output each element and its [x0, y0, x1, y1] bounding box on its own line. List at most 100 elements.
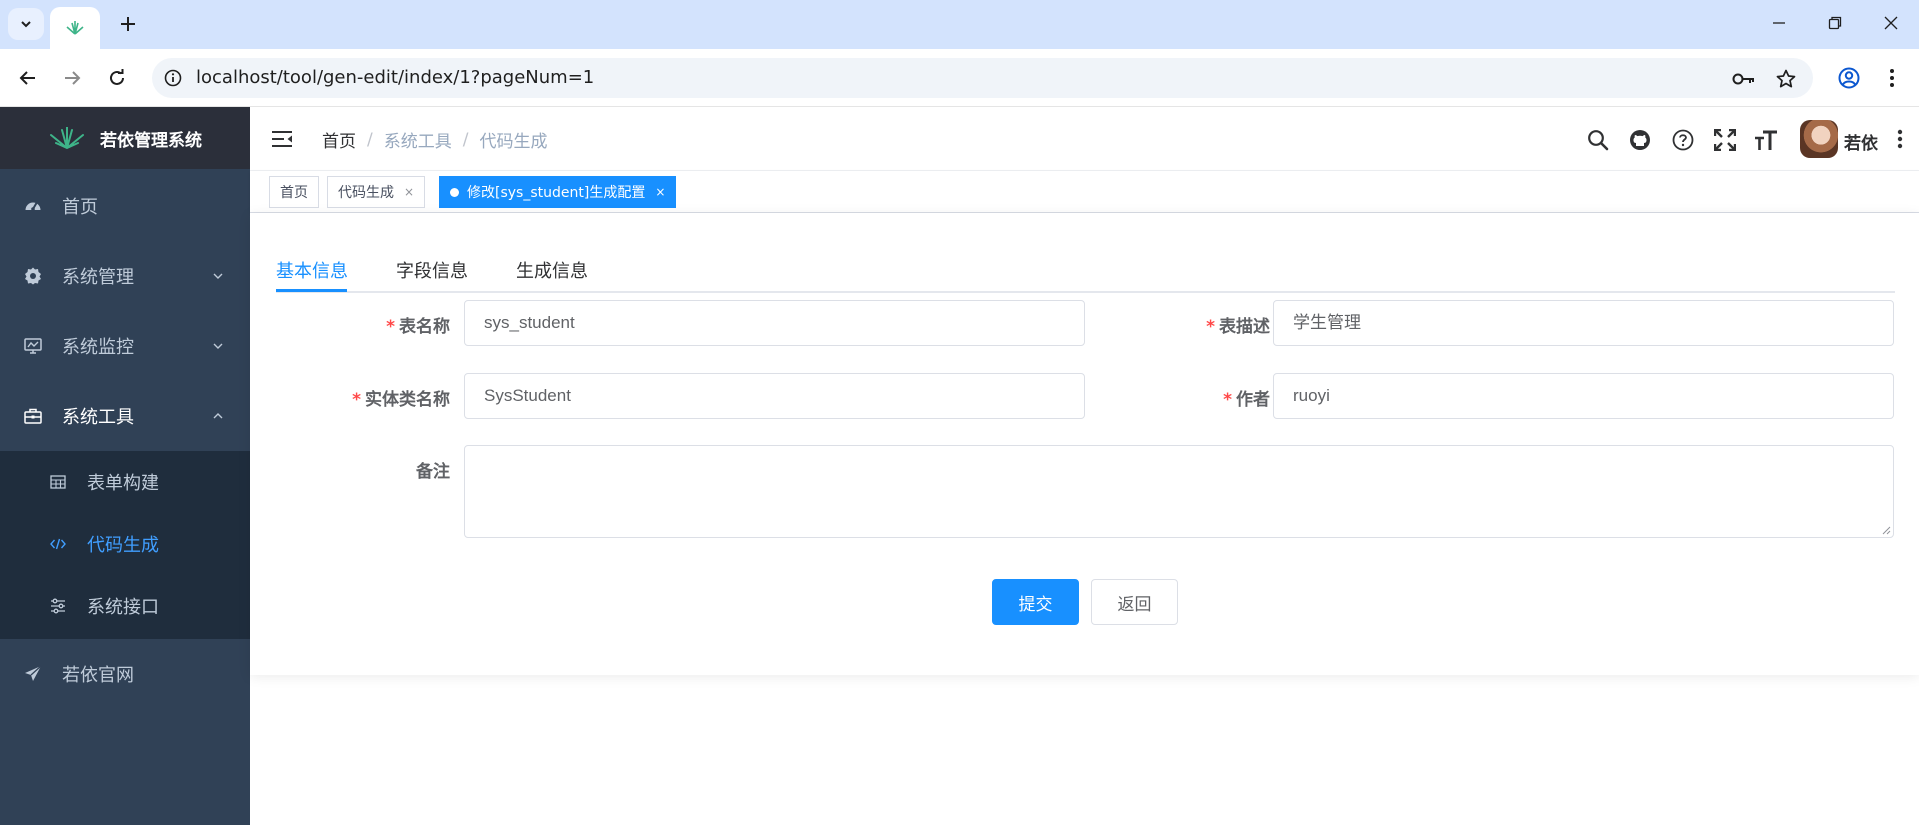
top-navbar: 首页 / 系统工具 / 代码生成 若依 [250, 107, 1919, 171]
sidebar-item-label: 若依官网 [62, 665, 134, 686]
class-name-input[interactable]: SysStudent [464, 373, 1085, 419]
sidebar-subitem-code-gen[interactable]: 代码生成 [0, 513, 250, 575]
sidebar-item-home[interactable]: 首页 [0, 171, 250, 241]
remark-label: 备注 [416, 462, 450, 482]
send-icon [24, 665, 42, 683]
gen-config-card: 基本信息 字段信息 生成信息 * 表名称 sys_student * 表描述 学生管… [250, 213, 1919, 675]
config-tabs: 基本信息 字段信息 生成信息 [276, 243, 1895, 293]
close-icon[interactable]: × [655, 185, 665, 199]
menu-fold-icon [272, 131, 292, 147]
search-icon[interactable] [1585, 127, 1611, 153]
sidebar-item-label: 首页 [62, 197, 98, 218]
sidebar-item-system-monitor[interactable]: 系统监控 [0, 311, 250, 381]
sidebar: 若依管理系统 首页 系统管理 系统监控 系统工具 表单构建 代码生成 系统接口 … [0, 107, 250, 825]
dashboard-icon [24, 197, 42, 215]
required-mark: * [1206, 317, 1215, 337]
password-key-icon[interactable] [1732, 67, 1756, 91]
browser-tab-active[interactable] [50, 7, 100, 49]
breadcrumb: 首页 / 系统工具 / 代码生成 [322, 127, 547, 153]
minimize-button[interactable] [1751, 0, 1807, 46]
ruoyi-favicon-icon [66, 21, 84, 35]
table-desc-label: * 表描述 [1206, 317, 1270, 337]
tags-view: 首页 代码生成 × 修改[sys_student]生成配置 × [250, 171, 1919, 213]
breadcrumb-separator: / [462, 129, 469, 150]
sidebar-subitem-system-api[interactable]: 系统接口 [0, 575, 250, 637]
tab-basic-info[interactable]: 基本信息 [276, 257, 348, 283]
submit-button[interactable]: 提交 [992, 579, 1079, 625]
sidebar-subitem-label: 代码生成 [87, 535, 159, 556]
sidebar-item-system-tools[interactable]: 系统工具 [0, 381, 250, 451]
new-tab-button[interactable] [112, 8, 144, 40]
font-size-icon[interactable] [1753, 127, 1779, 153]
restore-button[interactable] [1807, 0, 1863, 46]
required-mark: * [352, 390, 361, 410]
remark-textarea[interactable] [464, 445, 1894, 538]
table-desc-input[interactable]: 学生管理 [1273, 300, 1894, 346]
forward-button[interactable] [56, 62, 88, 94]
sidebar-subitem-label: 表单构建 [87, 473, 159, 494]
back-button[interactable] [12, 62, 44, 94]
tab-field-info[interactable]: 字段信息 [396, 257, 468, 283]
avatar[interactable] [1800, 120, 1838, 158]
sidebar-logo[interactable]: 若依管理系统 [0, 107, 250, 169]
help-icon[interactable] [1670, 127, 1696, 153]
restore-icon [1828, 16, 1842, 30]
chevron-down-icon [212, 270, 224, 282]
table-name-input[interactable]: sys_student [464, 300, 1085, 346]
reload-icon [110, 69, 124, 85]
back-button[interactable]: 返回 [1091, 579, 1178, 625]
breadcrumb-separator: / [367, 129, 373, 150]
tag-edit-gen-config[interactable]: 修改[sys_student]生成配置 × [439, 176, 677, 208]
sidebar-item-label: 系统监控 [62, 337, 134, 358]
account-circle-icon [1838, 67, 1860, 89]
sidebar-item-label: 系统工具 [62, 407, 134, 428]
active-dot [450, 187, 459, 197]
more-vert-icon[interactable] [1893, 125, 1907, 153]
resize-grip-icon[interactable] [1881, 525, 1891, 535]
site-info-icon[interactable] [162, 67, 184, 89]
table-icon [50, 474, 66, 490]
author-label: * 作者 [1223, 390, 1270, 410]
browser-tabstrip [0, 0, 1919, 49]
tag-label: 代码生成 [338, 185, 394, 201]
close-icon [1884, 16, 1898, 30]
address-bar: localhost/tool/gen-edit/index/1?pageNum=… [0, 49, 1919, 107]
ruoyi-logo-icon [50, 127, 84, 149]
close-icon[interactable]: × [404, 185, 414, 199]
table-name-label: * 表名称 [386, 317, 450, 337]
sidebar-toggle-button[interactable] [270, 127, 294, 151]
logo-title: 若依管理系统 [100, 130, 202, 151]
browser-menu-button[interactable] [1876, 62, 1908, 94]
url-text[interactable]: localhost/tool/gen-edit/index/1?pageNum=… [196, 67, 594, 88]
sidebar-item-ruoyi-website[interactable]: 若依官网 [0, 639, 250, 709]
tag-label: 修改[sys_student]生成配置 [467, 185, 646, 201]
plus-icon [121, 17, 135, 31]
chevron-down-icon [21, 21, 31, 28]
sidebar-subitem-form-builder[interactable]: 表单构建 [0, 451, 250, 513]
user-name[interactable]: 若依 [1844, 129, 1878, 154]
omnibox[interactable]: localhost/tool/gen-edit/index/1?pageNum=… [152, 58, 1813, 98]
sliders-icon [50, 598, 66, 614]
github-icon[interactable] [1627, 127, 1653, 153]
breadcrumb-system-tools: 系统工具 [383, 132, 452, 152]
tag-home[interactable]: 首页 [269, 176, 319, 208]
author-input[interactable]: ruoyi [1273, 373, 1894, 419]
profile-button[interactable] [1833, 62, 1865, 94]
tag-label: 首页 [280, 185, 308, 201]
bookmark-star-icon[interactable] [1774, 67, 1798, 91]
breadcrumb-home[interactable]: 首页 [322, 127, 356, 152]
sidebar-item-label: 系统管理 [62, 267, 134, 288]
sidebar-subitem-label: 系统接口 [87, 597, 159, 618]
tab-search-button[interactable] [8, 8, 44, 40]
reload-button[interactable] [101, 62, 133, 94]
main-content: 基本信息 字段信息 生成信息 * 表名称 sys_student * 表描述 学生管… [250, 213, 1919, 825]
fullscreen-icon[interactable] [1712, 127, 1738, 153]
class-name-label: * 实体类名称 [352, 390, 450, 410]
code-icon [50, 536, 66, 552]
close-window-button[interactable] [1863, 0, 1919, 46]
minimize-icon [1773, 22, 1785, 24]
sidebar-item-system-management[interactable]: 系统管理 [0, 241, 250, 311]
more-vert-icon [1890, 69, 1894, 87]
tag-code-gen[interactable]: 代码生成 × [327, 176, 426, 208]
tab-gen-info[interactable]: 生成信息 [516, 257, 588, 283]
